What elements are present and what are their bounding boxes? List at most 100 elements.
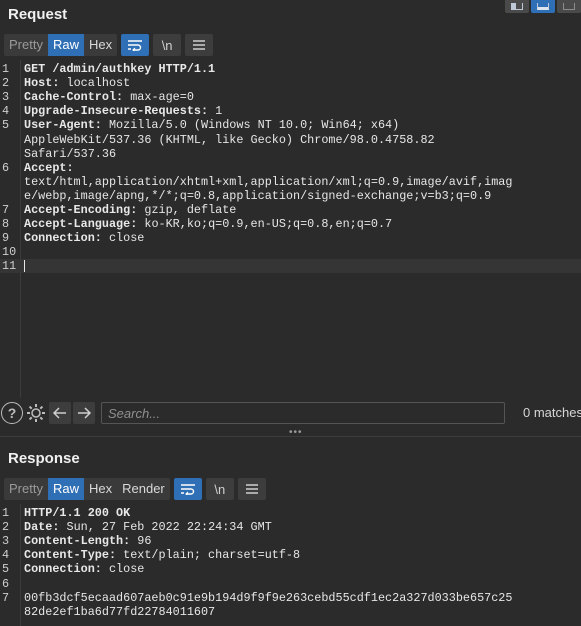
request-newline-toggle[interactable]: \n (153, 34, 182, 56)
previous-match-button[interactable] (49, 402, 71, 424)
code-text: User-Agent: Mozilla/5.0 (Windows NT 10.0… (24, 118, 399, 132)
code-text: Connection: close (24, 562, 144, 576)
layout-toggles (505, 0, 581, 13)
line-number: 4 (2, 104, 10, 119)
wrap-lines-icon (128, 40, 143, 51)
code-text: Content-Length: 96 (24, 534, 151, 548)
response-wrap-lines-button[interactable] (173, 478, 202, 500)
code-text: Accept: (24, 161, 74, 175)
code-text: AppleWebKit/537.36 (KHTML, like Gecko) C… (24, 133, 435, 147)
response-newline-toggle[interactable]: \n (205, 478, 234, 500)
response-code-line: 1 HTTP/1.1 200 OK (0, 506, 581, 520)
request-tab-pretty[interactable]: Pretty (4, 34, 48, 56)
request-code-line: 1 GET /admin/authkey HTTP/1.1 (0, 62, 581, 76)
response-tab-pretty[interactable]: Pretty (4, 478, 48, 500)
line-number: 6 (2, 160, 10, 175)
line-number: 4 (2, 548, 10, 563)
response-code-line: 5 Connection: close (0, 562, 581, 576)
request-code-line: 6 Accept: (0, 161, 581, 175)
request-code-line: 11 (0, 259, 581, 274)
response-view-tabs: Pretty Raw Hex Render (4, 478, 170, 500)
header-value: localhost (59, 76, 131, 91)
text-caret (24, 260, 25, 273)
header-value: close (101, 562, 145, 577)
request-code-line: 3 Cache-Control: max-age=0 (0, 90, 581, 104)
header-value: e/webp,image/apng,*/*;q=0.8,application/… (24, 188, 492, 203)
pane-divider (0, 436, 581, 437)
header-value: 1 (208, 104, 223, 119)
header-name: Accept-Encoding: (24, 203, 138, 217)
header-value: gzip, deflate (137, 203, 237, 217)
request-tab-raw[interactable]: Raw (47, 34, 84, 56)
header-value: max-age=0 (123, 90, 194, 105)
settings-button[interactable] (25, 402, 47, 424)
search-bar: ? 0 matches (0, 400, 581, 426)
line-number: 8 (2, 217, 10, 232)
line-number: 7 (2, 590, 10, 605)
code-text: Accept-Encoding: gzip, deflate (24, 203, 236, 217)
request-code-line: 5 User-Agent: Mozilla/5.0 (Windows NT 10.… (0, 118, 581, 132)
request-editor[interactable]: 1 GET /admin/authkey HTTP/1.1 2 Host: local… (0, 60, 581, 398)
header-name: Content-Type: (24, 548, 117, 563)
header-value: 96 (130, 534, 152, 549)
request-wrap-lines-button[interactable] (121, 34, 150, 56)
header-value: AppleWebKit/537.36 (KHTML, like Gecko) C… (24, 132, 435, 147)
response-tab-hex[interactable]: Hex (84, 478, 117, 500)
request-view-tabs: Pretty Raw Hex (4, 34, 118, 56)
line-number: 10 (2, 245, 17, 260)
code-text: 00fb3dcf5ecaad607aeb0c91e9b194d9f9f9e263… (24, 591, 512, 605)
response-editor[interactable]: 1 HTTP/1.1 200 OK 2 Date: Sun, 27 Feb 2022 … (0, 504, 581, 626)
request-menu-button[interactable] (185, 34, 214, 56)
help-icon[interactable]: ? (1, 402, 23, 424)
line-number: 1 (2, 62, 10, 76)
request-code-line: e/webp,image/apng,*/*;q=0.8,application/… (0, 189, 581, 203)
arrow-left-icon (52, 407, 66, 419)
code-text: e/webp,image/apng,*/*;q=0.8,application/… (24, 189, 491, 203)
header-value: ko-KR,ko;q=0.9,en-US;q=0.8,en;q=0.7 (137, 217, 393, 232)
header-value: Sun, 27 Feb 2022 22:24:34 GMT (59, 520, 272, 535)
header-name: Accept-Language: (24, 217, 138, 232)
response-code-line: 3 Content-Length: 96 (0, 534, 581, 548)
line-number: 2 (2, 520, 10, 535)
response-menu-button[interactable] (237, 478, 266, 500)
request-tab-hex[interactable]: Hex (84, 34, 117, 56)
search-input[interactable] (101, 402, 505, 424)
request-toolbar: Pretty Raw Hex \n (4, 34, 214, 56)
split-rows-toggle[interactable] (531, 0, 555, 13)
header-name: Cache-Control: (24, 90, 124, 105)
line-number: 11 (2, 259, 17, 274)
line-number: 5 (2, 118, 10, 133)
code-text: Cache-Control: max-age=0 (24, 90, 194, 104)
code-text: Connection: close (24, 231, 144, 245)
header-name: User-Agent: (24, 118, 102, 133)
response-tab-raw[interactable]: Raw (47, 478, 84, 500)
code-text: Content-Type: text/plain; charset=utf-8 (24, 548, 300, 562)
hamburger-menu-icon (193, 40, 206, 50)
line-number: 1 (2, 506, 10, 520)
request-code-line: 8 Accept-Language: ko-KR,ko;q=0.9,en-US;q… (0, 217, 581, 231)
line-number: 2 (2, 76, 10, 91)
line-number: 3 (2, 90, 10, 105)
line-number: 3 (2, 534, 10, 549)
split-columns-toggle[interactable] (505, 0, 529, 13)
response-tab-render[interactable]: Render (117, 478, 170, 500)
header-name: Upgrade-Insecure-Requests: (24, 104, 209, 119)
response-code-line: 6 (0, 577, 581, 591)
header-name: Host: (24, 76, 60, 91)
header-name: Date: (24, 520, 60, 535)
line-number: 6 (2, 576, 10, 591)
header-value: Mozilla/5.0 (Windows NT 10.0; Win64; x64… (101, 118, 400, 133)
response-code-line: 2 Date: Sun, 27 Feb 2022 22:24:34 GMT (0, 520, 581, 534)
response-title: Response (8, 450, 80, 467)
code-text: Safari/537.36 (24, 147, 116, 161)
header-value: HTTP/1.1 200 OK (24, 506, 131, 520)
request-code-line: 4 Upgrade-Insecure-Requests: 1 (0, 104, 581, 118)
single-pane-toggle[interactable] (557, 0, 581, 13)
code-text: Upgrade-Insecure-Requests: 1 (24, 104, 222, 118)
line-number: 9 (2, 231, 10, 246)
header-value: text/plain; charset=utf-8 (116, 548, 301, 563)
next-match-button[interactable] (73, 402, 95, 424)
code-text: 82de2ef1ba6d77fd22784011607 (24, 605, 215, 619)
request-code-line: AppleWebKit/537.36 (KHTML, like Gecko) C… (0, 133, 581, 147)
request-code-line: 9 Connection: close (0, 231, 581, 245)
